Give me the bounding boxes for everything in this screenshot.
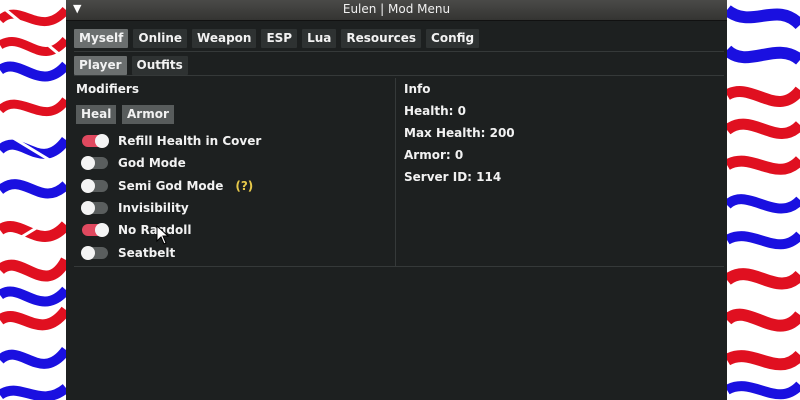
tab-lua[interactable]: Lua: [302, 29, 337, 48]
tab-config[interactable]: Config: [426, 29, 480, 48]
info-server-id: Server ID: 114: [404, 170, 502, 184]
background-left: [0, 0, 66, 400]
tab-weapon[interactable]: Weapon: [192, 29, 257, 48]
toggle-switch[interactable]: [81, 156, 108, 170]
toggle-label: Refill Health in Cover: [118, 134, 262, 148]
armor-button[interactable]: Armor: [122, 105, 174, 124]
toggle-switch[interactable]: [82, 134, 109, 148]
toggle-label: No Ragdoll: [118, 223, 192, 237]
title-bar[interactable]: ▼ Eulen | Mod Menu: [66, 0, 727, 21]
divider: [74, 75, 724, 76]
toggle-switch[interactable]: [81, 201, 108, 215]
info-max-health: Max Health: 200: [404, 126, 515, 140]
column-divider: [395, 78, 396, 266]
divider: [74, 266, 724, 267]
help-hint[interactable]: (?): [235, 179, 253, 193]
tab-esp[interactable]: ESP: [261, 29, 298, 48]
toggle-invisibility[interactable]: Invisibility: [81, 199, 189, 217]
mod-menu-window: ▼ Eulen | Mod Menu Myself Online Weapon …: [66, 0, 727, 400]
mouse-cursor-icon: [156, 225, 170, 245]
info-health: Health: 0: [404, 104, 466, 118]
toggle-label: Seatbelt: [118, 246, 176, 260]
tab-player[interactable]: Player: [74, 56, 127, 75]
toggle-switch[interactable]: [81, 179, 108, 193]
main-tab-bar: Myself Online Weapon ESP Lua Resources C…: [74, 29, 480, 48]
toggle-seatbelt[interactable]: Seatbelt: [81, 244, 176, 262]
heal-button[interactable]: Heal: [76, 105, 117, 124]
toggle-label: Invisibility: [118, 201, 189, 215]
toggle-label: Semi God Mode: [118, 179, 224, 193]
toggle-semi-god-mode[interactable]: Semi God Mode (?): [81, 177, 253, 195]
window-title: Eulen | Mod Menu: [342, 2, 451, 16]
toggle-switch[interactable]: [82, 223, 109, 237]
toggle-label: God Mode: [118, 156, 186, 170]
toggle-no-ragdoll[interactable]: No Ragdoll: [82, 221, 191, 239]
sub-tab-bar: Player Outfits: [74, 56, 188, 75]
tab-outfits[interactable]: Outfits: [131, 56, 188, 75]
background-right: [727, 0, 800, 400]
toggle-switch[interactable]: [81, 246, 108, 260]
divider: [74, 51, 724, 52]
info-armor: Armor: 0: [404, 148, 464, 162]
toggle-refill-health[interactable]: Refill Health in Cover: [82, 132, 261, 150]
modifiers-heading: Modifiers: [76, 82, 139, 96]
info-heading: Info: [404, 82, 431, 96]
tab-online[interactable]: Online: [133, 29, 188, 48]
tab-myself[interactable]: Myself: [74, 29, 129, 48]
toggle-god-mode[interactable]: God Mode: [81, 154, 186, 172]
tab-resources[interactable]: Resources: [341, 29, 422, 48]
